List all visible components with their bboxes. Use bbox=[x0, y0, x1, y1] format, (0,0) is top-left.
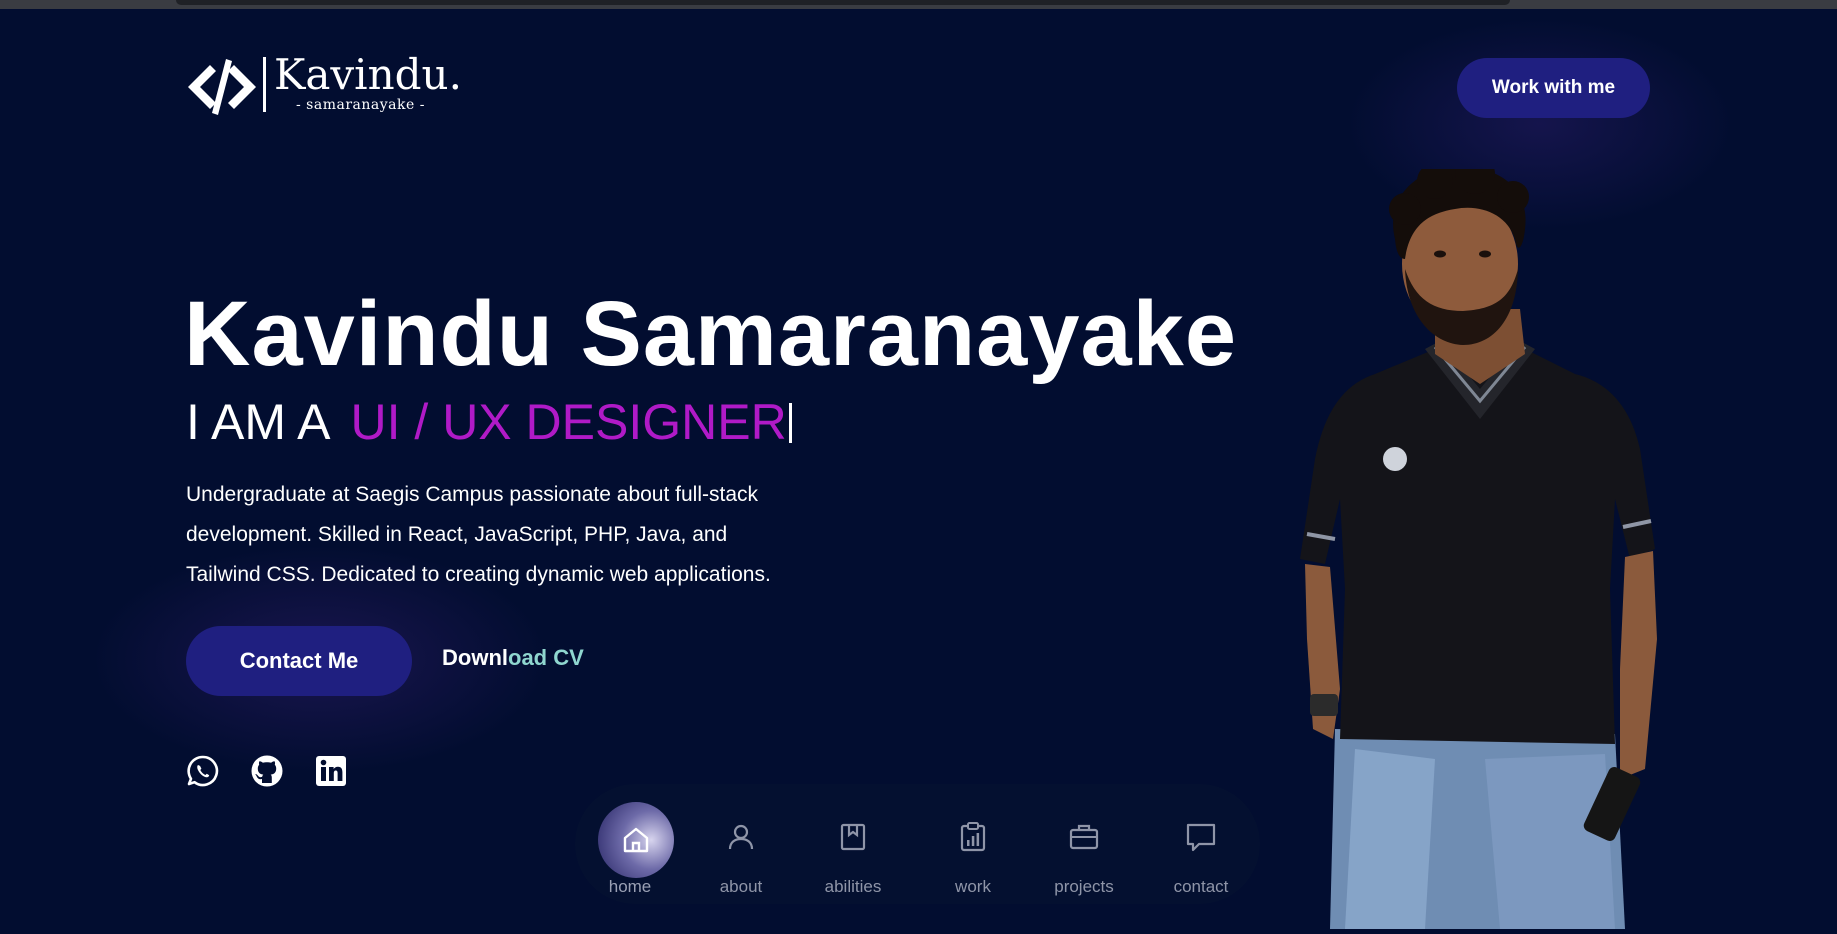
logo-subtitle: - samaranayake - bbox=[296, 97, 425, 113]
nav-abilities-icon-wrap bbox=[824, 808, 882, 866]
github-icon bbox=[251, 755, 283, 787]
role-line: I AM A UI / UX DESIGNER bbox=[186, 392, 792, 452]
nav-label-work: work bbox=[955, 877, 991, 896]
nav-item-home[interactable]: home bbox=[575, 784, 685, 904]
nav-label-home: home bbox=[608, 877, 652, 896]
logo-divider bbox=[263, 57, 266, 112]
chat-bubble-icon bbox=[1186, 823, 1216, 852]
nav-work-icon-wrap bbox=[944, 808, 1002, 866]
nav-item-work[interactable]: work bbox=[918, 784, 1028, 904]
linkedin-icon bbox=[316, 756, 346, 786]
github-link[interactable] bbox=[250, 754, 284, 788]
nav-about-icon-wrap bbox=[712, 808, 770, 866]
work-with-me-button[interactable]: Work with me bbox=[1457, 58, 1650, 118]
hero-bio: Undergraduate at Saegis Campus passionat… bbox=[186, 483, 771, 586]
logo-name: Kavindu. bbox=[274, 50, 462, 99]
nav-item-about[interactable]: about bbox=[686, 784, 796, 904]
nav-label-about: about bbox=[719, 877, 763, 896]
linkedin-link[interactable] bbox=[314, 754, 348, 788]
hero-name: Kavindu Samaranayake bbox=[184, 283, 1237, 385]
clipboard-chart-icon bbox=[960, 822, 986, 852]
profile-photo bbox=[1300, 169, 1657, 929]
download-cv-label-end: oad CV bbox=[508, 645, 584, 670]
briefcase-icon bbox=[1069, 824, 1099, 850]
home-icon bbox=[623, 827, 649, 853]
nav-label-projects: projects bbox=[1054, 877, 1114, 896]
nav-contact-icon-wrap bbox=[1172, 808, 1230, 866]
nav-item-contact[interactable]: contact bbox=[1146, 784, 1256, 904]
nav-item-projects[interactable]: projects bbox=[1029, 784, 1139, 904]
typing-cursor bbox=[788, 403, 792, 443]
download-cv-link[interactable]: Download CV bbox=[442, 645, 584, 671]
download-cv-label-start: Downl bbox=[442, 645, 508, 670]
nav-projects-icon-wrap bbox=[1055, 808, 1113, 866]
nav-home-highlight bbox=[598, 802, 674, 878]
code-brackets-icon bbox=[188, 59, 256, 115]
role-prefix: I AM A bbox=[186, 394, 331, 450]
browser-tabstrip bbox=[176, 0, 1510, 5]
contact-me-button[interactable]: Contact Me bbox=[186, 626, 412, 696]
bottom-navigation: home about abilities work projects conta… bbox=[575, 784, 1260, 904]
nav-label-contact: contact bbox=[1173, 877, 1229, 896]
nav-item-abilities[interactable]: abilities bbox=[798, 784, 908, 904]
bookmark-icon bbox=[840, 823, 866, 851]
role-typed-text: UI / UX DESIGNER bbox=[350, 394, 787, 450]
user-icon bbox=[728, 824, 754, 850]
nav-label-abilities: abilities bbox=[824, 877, 882, 896]
whatsapp-icon bbox=[187, 755, 219, 787]
whatsapp-link[interactable] bbox=[186, 754, 220, 788]
browser-top-bar bbox=[0, 0, 1837, 9]
portfolio-page: Kavindu. - samaranayake - Work with me K… bbox=[0, 9, 1837, 934]
